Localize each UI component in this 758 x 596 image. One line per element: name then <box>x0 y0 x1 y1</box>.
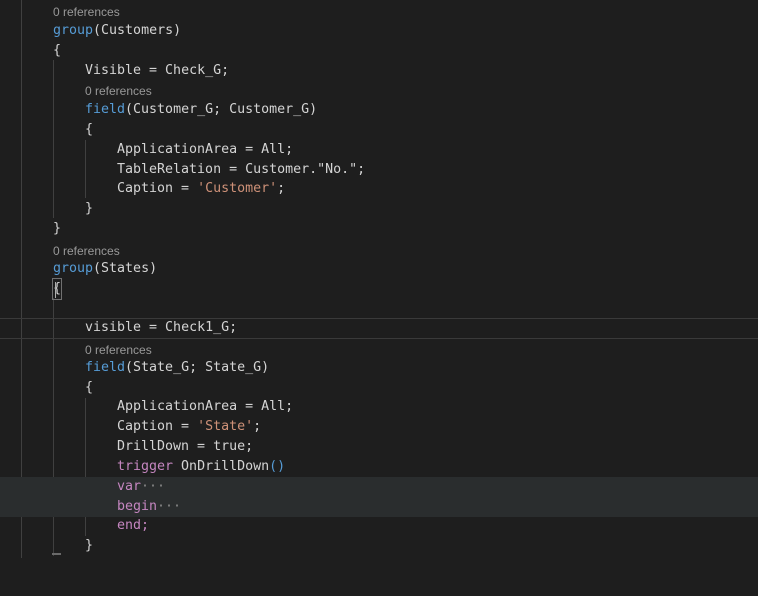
field-signature: (Customer_G; Customer_G) <box>125 102 318 117</box>
code-line[interactable]: Caption = 'Customer'; <box>0 179 758 199</box>
code-line[interactable]: ApplicationArea = All; <box>0 397 758 417</box>
keyword-end: end; <box>117 518 150 533</box>
trigger-parens: () <box>269 459 286 474</box>
open-brace: { <box>53 43 62 58</box>
text-cursor <box>55 282 56 298</box>
current-line-border-bottom <box>0 338 758 339</box>
open-brace: { <box>85 122 94 137</box>
code-editor[interactable]: 0 references 0 references 0 references 0… <box>0 0 758 558</box>
semicolon: ; <box>277 181 286 196</box>
property-drilldown: DrillDown = true; <box>117 439 254 454</box>
code-line[interactable]: end; <box>0 516 758 536</box>
codelens-references[interactable]: 0 references <box>53 3 120 22</box>
code-line[interactable]: group(Customers) <box>0 21 758 41</box>
code-line[interactable]: } <box>0 219 758 239</box>
folded-ellipsis[interactable]: ··· <box>141 479 165 494</box>
property-application-area: ApplicationArea = All; <box>117 142 294 157</box>
caption-string: 'Customer' <box>197 181 278 196</box>
code-line[interactable]: TableRelation = Customer."No."; <box>0 160 758 180</box>
property-caption: Caption = <box>117 419 198 434</box>
property-application-area: ApplicationArea = All; <box>117 399 294 414</box>
code-line[interactable]: { <box>0 378 758 398</box>
code-line[interactable]: field(Customer_G; Customer_G) <box>0 100 758 120</box>
field-name-string: "No." <box>317 162 358 177</box>
code-line-folded[interactable]: var··· <box>0 477 758 497</box>
code-line[interactable]: { <box>0 41 758 61</box>
group-name: (Customers) <box>93 23 182 38</box>
code-line[interactable]: group(States) <box>0 259 758 279</box>
codelens-row: 0 references <box>0 82 758 101</box>
caption-string: 'State' <box>197 419 254 434</box>
code-line[interactable]: ApplicationArea = All; <box>0 140 758 160</box>
field-signature: (State_G; State_G) <box>125 360 270 375</box>
code-line-folded[interactable]: begin··· <box>0 497 758 517</box>
close-brace: } <box>85 201 94 216</box>
keyword-field: field <box>85 102 126 117</box>
trigger-name: OnDrillDown <box>173 459 270 474</box>
code-line[interactable]: } <box>0 536 758 556</box>
property-table-relation: TableRelation = Customer. <box>117 162 318 177</box>
code-line-current[interactable]: visible = Check1_G; <box>0 318 758 338</box>
codelens-references[interactable]: 0 references <box>85 82 152 101</box>
close-brace: } <box>53 221 62 236</box>
folded-ellipsis[interactable]: ··· <box>157 499 181 514</box>
code-line[interactable]: } <box>0 199 758 219</box>
code-line[interactable]: field(State_G; State_G) <box>0 358 758 378</box>
semicolon: ; <box>253 419 262 434</box>
property-caption: Caption = <box>117 181 198 196</box>
property-visible: Visible = Check_G; <box>85 63 230 78</box>
scroll-indicator <box>52 553 61 555</box>
close-brace: } <box>85 538 94 553</box>
keyword-trigger: trigger <box>117 459 174 474</box>
property-visible: visible = Check1_G; <box>85 320 238 335</box>
code-line[interactable]: Visible = Check_G; <box>0 61 758 81</box>
code-line[interactable]: trigger OnDrillDown() <box>0 457 758 477</box>
keyword-begin: begin <box>117 499 158 514</box>
codelens-row: 0 references <box>0 3 758 22</box>
code-line[interactable]: Caption = 'State'; <box>0 417 758 437</box>
group-name: (States) <box>93 261 158 276</box>
code-line[interactable]: { <box>0 120 758 140</box>
semicolon: ; <box>357 162 366 177</box>
keyword-field: field <box>85 360 126 375</box>
open-brace: { <box>85 380 94 395</box>
code-line[interactable]: { <box>0 278 758 300</box>
keyword-var: var <box>117 479 142 494</box>
code-line[interactable]: DrillDown = true; <box>0 437 758 457</box>
keyword-group: group <box>53 261 94 276</box>
keyword-group: group <box>53 23 94 38</box>
